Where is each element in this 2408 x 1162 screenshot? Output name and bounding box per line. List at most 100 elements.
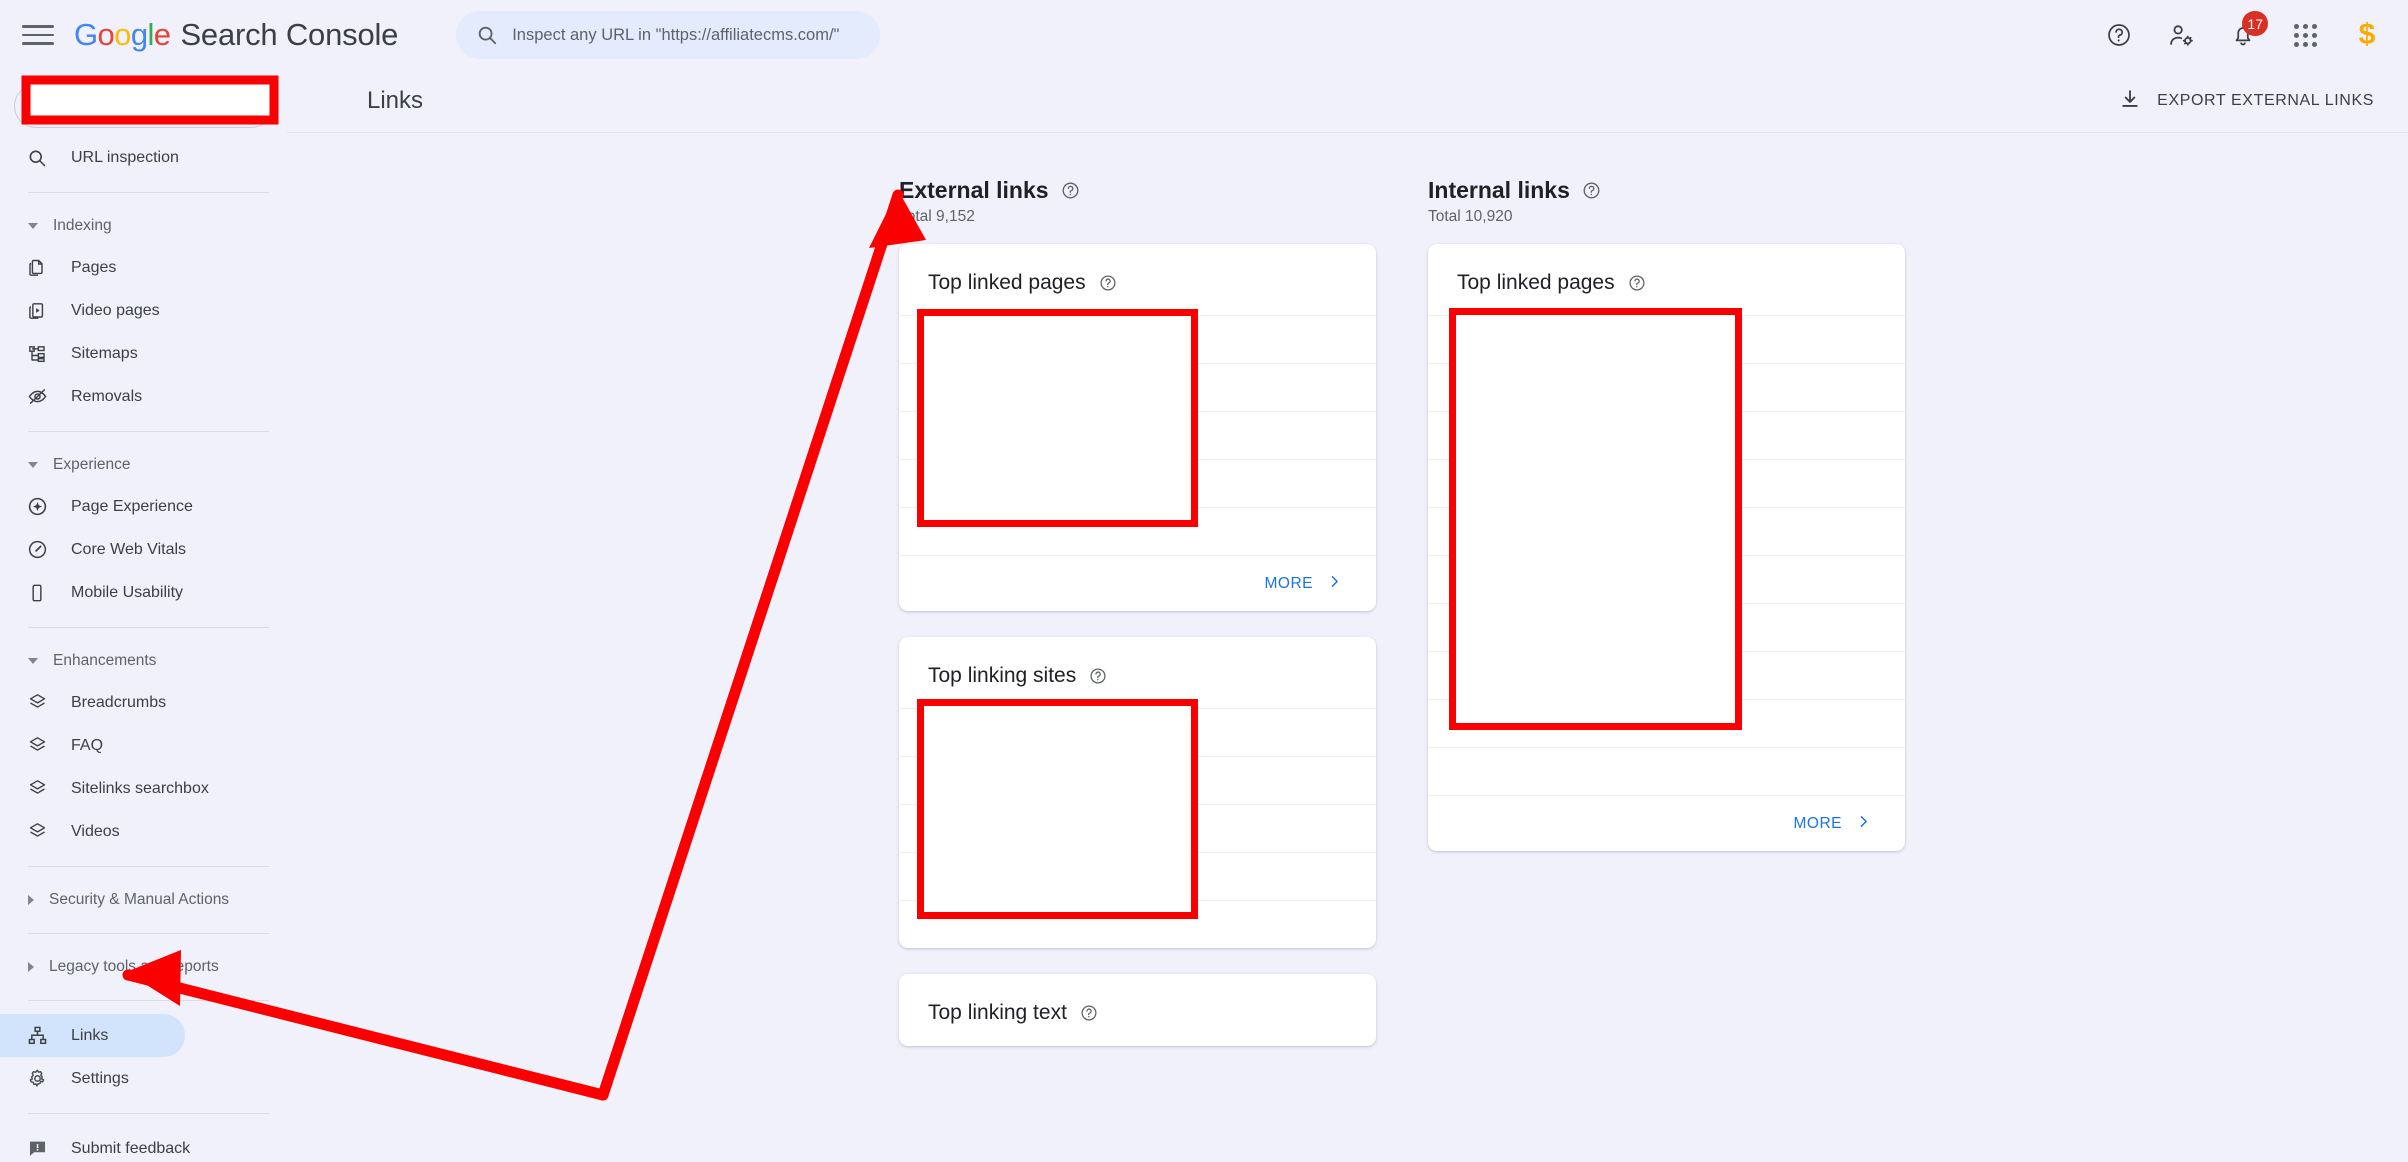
divider — [28, 1113, 269, 1114]
redaction-box — [1449, 308, 1742, 730]
sidebar-group-legacy-tools[interactable]: Legacy tools and reports — [0, 947, 287, 987]
divider — [28, 627, 269, 628]
sidebar-item-label: Links — [71, 1026, 109, 1044]
export-external-links-button[interactable]: EXPORT EXTERNAL LINKS — [2113, 80, 2380, 123]
sidebar-item-label: Core Web Vitals — [71, 540, 187, 558]
sidebar-item-label: Mobile Usability — [71, 583, 184, 601]
divider — [28, 933, 269, 934]
card-rows-redacted — [1428, 308, 1905, 795]
help-circle-icon[interactable] — [2104, 20, 2134, 50]
help-circle-icon[interactable] — [1080, 1004, 1098, 1022]
search-icon — [476, 24, 498, 46]
divider — [28, 1000, 269, 1001]
help-circle-icon[interactable] — [1089, 667, 1107, 685]
chevron-down-icon — [242, 102, 254, 110]
sidebar-item-breadcrumbs[interactable]: Breadcrumbs — [0, 681, 185, 724]
redaction-box — [917, 699, 1198, 919]
property-selector[interactable] — [14, 84, 273, 128]
page-title: Links — [367, 87, 424, 114]
layers-icon — [27, 821, 54, 842]
sidebar-item-removals[interactable]: Removals — [0, 375, 185, 418]
sidebar-item-submit-feedback[interactable]: Submit feedback — [0, 1127, 190, 1162]
help-circle-icon[interactable] — [1061, 181, 1080, 200]
notifications-bell-icon[interactable]: 17 — [2228, 11, 2268, 50]
card-title-text: Top linked pages — [928, 271, 1086, 294]
layers-icon — [27, 735, 54, 756]
sidebar-group-enhancements[interactable]: Enhancements — [0, 641, 287, 681]
sidebar-item-label: Pages — [71, 258, 117, 276]
card-rows-redacted — [899, 309, 1376, 555]
export-button-label: EXPORT EXTERNAL LINKS — [2157, 92, 2374, 109]
person-gear-icon[interactable] — [2166, 20, 2196, 50]
sidebar-group-label: Legacy tools and reports — [49, 958, 219, 975]
external-links-title: External links — [899, 177, 1049, 203]
triangle-down-icon — [28, 223, 38, 229]
sidebar-group-label: Experience — [53, 456, 131, 473]
notification-count-badge: 17 — [2242, 11, 2268, 36]
sidebar-group-experience[interactable]: Experience — [0, 445, 287, 485]
sidebar-group-security-manual-actions[interactable]: Security & Manual Actions — [0, 880, 287, 920]
more-button-label: MORE — [1793, 814, 1842, 832]
chevron-right-icon — [1856, 814, 1871, 834]
redaction-box — [917, 309, 1198, 527]
more-button[interactable]: MORE — [1265, 574, 1343, 594]
sidebar-item-label: Settings — [71, 1069, 129, 1087]
links-sitemap-icon — [27, 1025, 54, 1046]
card-top-linked-pages-external: Top linked pages MORE — [899, 244, 1376, 611]
internal-links-total: Total 10,920 — [1428, 208, 1513, 225]
page-header: Links EXPORT EXTERNAL LINKS — [287, 70, 2408, 132]
sidebar-group-label: Security & Manual Actions — [49, 891, 230, 908]
external-links-total: Total 9,152 — [899, 208, 975, 225]
sidebar-item-sitelinks-searchbox[interactable]: Sitelinks searchbox — [0, 767, 209, 810]
google-logo: Google — [74, 17, 171, 52]
sidebar-item-label: Submit feedback — [71, 1139, 191, 1157]
download-icon — [2119, 88, 2141, 115]
top-app-bar: Google Search Console Inspect any URL in… — [0, 0, 2408, 70]
sidebar-item-url-inspection[interactable]: URL inspection — [0, 136, 185, 179]
hamburger-menu-icon[interactable] — [22, 22, 54, 48]
sidebar-item-settings[interactable]: Settings — [0, 1057, 185, 1100]
sidebar-group-indexing[interactable]: Indexing — [0, 206, 287, 246]
table-row[interactable] — [1428, 747, 1905, 795]
sidebar-item-label: Breadcrumbs — [71, 693, 167, 711]
internal-links-heading: Internal links Total 10,920 — [1428, 177, 1905, 226]
speedometer-icon — [27, 539, 54, 560]
sidebar-item-page-experience[interactable]: Page Experience — [0, 485, 193, 528]
card-rows-redacted — [899, 699, 1376, 948]
sidebar-item-video-pages[interactable]: Video pages — [0, 289, 185, 332]
sidebar-item-core-web-vitals[interactable]: Core Web Vitals — [0, 528, 187, 571]
sidebar-item-label: Removals — [71, 387, 143, 405]
sidebar-item-mobile-usability[interactable]: Mobile Usability — [0, 571, 185, 614]
divider — [28, 431, 269, 432]
internal-links-title: Internal links — [1428, 177, 1570, 203]
sitemaps-icon — [27, 344, 54, 364]
mobile-icon — [27, 583, 54, 603]
url-inspection-search-bar[interactable]: Inspect any URL in "https://affiliatecms… — [456, 11, 881, 59]
card-top-linking-sites: Top linking sites — [899, 637, 1376, 948]
sidebar-item-sitemaps[interactable]: Sitemaps — [0, 332, 185, 375]
internal-links-column: Internal links Total 10,920 Top linked p… — [1428, 177, 1905, 1072]
sidebar-group-label: Enhancements — [53, 652, 157, 669]
app-brand: Google Search Console — [74, 17, 398, 53]
help-circle-icon[interactable] — [1582, 181, 1601, 200]
more-button[interactable]: MORE — [1794, 814, 1872, 834]
search-icon — [27, 148, 54, 168]
video-pages-icon — [27, 301, 54, 321]
sidebar-item-faq[interactable]: FAQ — [0, 724, 185, 767]
sidebar-item-pages[interactable]: Pages — [0, 246, 185, 289]
sidebar-item-videos[interactable]: Videos — [0, 810, 185, 853]
sidebar-item-label: FAQ — [71, 736, 104, 754]
help-circle-icon[interactable] — [1628, 274, 1646, 292]
help-circle-icon[interactable] — [1099, 274, 1117, 292]
sidebar-item-label: Sitelinks searchbox — [71, 779, 209, 797]
avatar[interactable]: $ — [2352, 20, 2382, 50]
main-content: Links EXPORT EXTERNAL LINKS External lin… — [287, 70, 2408, 1162]
card-title-text: Top linking sites — [928, 664, 1077, 687]
sidebar-navigation: URL inspection Indexing Pages Video page… — [0, 70, 287, 1162]
apps-grid-icon[interactable] — [2290, 20, 2320, 50]
sidebar-item-links[interactable]: Links — [0, 1014, 185, 1057]
gear-icon — [27, 1068, 54, 1089]
sidebar-item-label: Page Experience — [71, 497, 193, 515]
more-button-label: MORE — [1264, 574, 1313, 592]
external-links-column: External links Total 9,152 Top linked pa… — [899, 177, 1376, 1072]
